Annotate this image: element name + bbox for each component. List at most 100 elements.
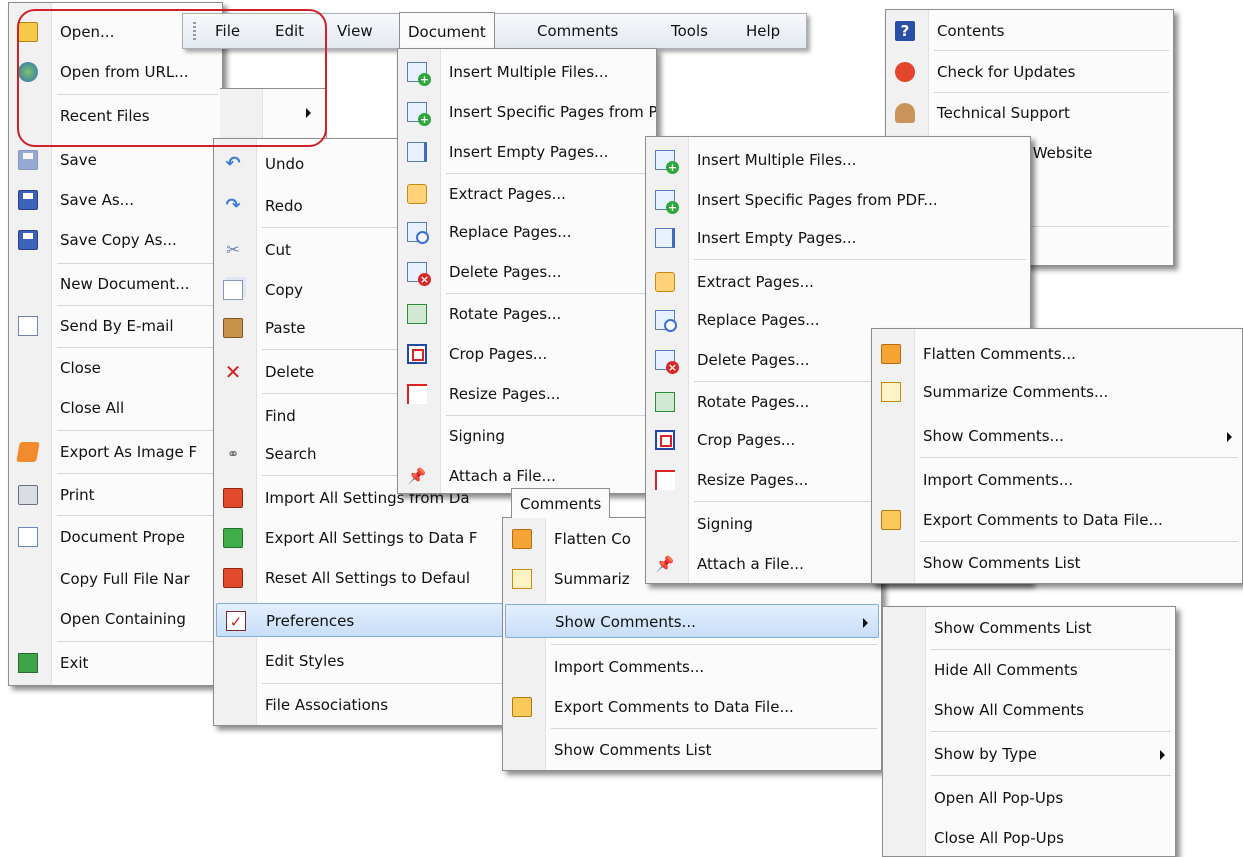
menu-document[interactable]: Document xyxy=(399,12,495,50)
show-by-type[interactable]: Show by Type xyxy=(883,737,1175,771)
comments-import[interactable]: Import Comments... xyxy=(503,650,881,684)
rotate-icon xyxy=(407,304,427,324)
resize-icon xyxy=(655,470,675,490)
file-print[interactable]: Print xyxy=(9,478,222,512)
file-save[interactable]: Save xyxy=(9,143,222,177)
comments2-flatten[interactable]: Flatten Comments... xyxy=(872,337,1242,371)
edit-styles[interactable]: Edit Styles xyxy=(214,644,512,678)
crop-icon xyxy=(655,430,675,450)
comments2-import[interactable]: Import Comments... xyxy=(872,463,1242,497)
doc-rotate[interactable]: Rotate Pages... xyxy=(398,297,656,331)
file-close[interactable]: Close xyxy=(9,351,222,385)
doc-resize[interactable]: Resize Pages... xyxy=(398,377,656,411)
printer-icon xyxy=(18,485,38,505)
doc-crop[interactable]: Crop Pages... xyxy=(398,337,656,371)
resize-icon xyxy=(407,384,427,404)
comments-tab[interactable]: Comments xyxy=(511,488,611,518)
hide-all-comments[interactable]: Hide All Comments xyxy=(883,653,1175,687)
check-updates[interactable]: Check for Updates xyxy=(886,55,1173,89)
edit-export-settings[interactable]: Export All Settings to Data F xyxy=(214,521,512,555)
file-exit[interactable]: Exit xyxy=(9,646,222,680)
separator xyxy=(57,430,218,431)
insert-files-icon xyxy=(407,62,431,86)
separator xyxy=(920,541,1238,542)
separator xyxy=(694,259,1026,260)
doc-replace[interactable]: Replace Pages... xyxy=(398,215,656,249)
help-contents[interactable]: ? Contents xyxy=(886,14,1173,48)
comments2-export[interactable]: Export Comments to Data File... xyxy=(872,503,1242,537)
doc-insert-specific[interactable]: Insert Specific Pages from PDF... xyxy=(398,95,656,129)
close-all-popups[interactable]: Close All Pop-Ups xyxy=(883,821,1175,855)
separator xyxy=(931,775,1171,776)
extract-icon xyxy=(655,272,675,292)
comments2-show[interactable]: Show Comments... xyxy=(872,419,1242,453)
file-new-document[interactable]: New Document... xyxy=(9,267,222,301)
file-close-all[interactable]: Close All xyxy=(9,391,222,425)
show-comments-list[interactable]: Show Comments List xyxy=(883,611,1175,645)
file-copy-full-name[interactable]: Copy Full File Nar xyxy=(9,562,222,596)
file-send-email[interactable]: Send By E-mail xyxy=(9,309,222,343)
comments-show-list[interactable]: Show Comments List xyxy=(503,733,881,767)
delete-pages-icon xyxy=(655,350,679,374)
separator xyxy=(931,731,1171,732)
save-as-icon xyxy=(18,190,38,210)
doc-insert-empty[interactable]: Insert Empty Pages... xyxy=(398,135,656,169)
doc2-insert-empty[interactable]: Insert Empty Pages... xyxy=(646,221,1030,255)
file-export-image[interactable]: Export As Image F xyxy=(9,435,222,469)
comments2-show-list[interactable]: Show Comments List xyxy=(872,546,1242,580)
show-all-comments[interactable]: Show All Comments xyxy=(883,693,1175,727)
comments-show[interactable]: Show Comments... xyxy=(505,604,879,638)
redo-icon: ↷ xyxy=(225,195,241,216)
submenu-arrow-icon xyxy=(1227,432,1232,442)
separator xyxy=(551,728,877,729)
insert-files-icon xyxy=(655,150,679,174)
file-open-containing[interactable]: Open Containing xyxy=(9,602,222,636)
binoculars-icon: ⚭ xyxy=(226,445,240,463)
edit-preferences[interactable]: ✓ Preferences xyxy=(216,603,510,637)
properties-icon xyxy=(18,527,38,547)
doc2-insert-multiple[interactable]: Insert Multiple Files... xyxy=(646,143,1030,177)
file-document-properties[interactable]: Document Prope xyxy=(9,520,222,554)
document-menu: Insert Multiple Files... Insert Specific… xyxy=(397,48,657,494)
separator xyxy=(446,293,652,294)
pushpin-icon: 📌 xyxy=(655,555,675,573)
menu-help[interactable]: Help xyxy=(746,14,780,50)
technical-support[interactable]: Technical Support xyxy=(886,96,1173,130)
crop-icon xyxy=(407,344,427,364)
separator xyxy=(57,473,218,474)
separator xyxy=(57,305,218,306)
separator xyxy=(57,641,218,642)
doc2-insert-specific[interactable]: Insert Specific Pages from PDF... xyxy=(646,183,1030,217)
comments2-summarize[interactable]: Summarize Comments... xyxy=(872,375,1242,409)
separator xyxy=(934,50,1169,51)
doc-signing[interactable]: Signing xyxy=(398,419,656,453)
copy-icon xyxy=(223,280,243,300)
insert-pages-icon xyxy=(655,190,679,214)
doc-insert-multiple[interactable]: Insert Multiple Files... xyxy=(398,55,656,89)
file-save-copy[interactable]: Save Copy As... xyxy=(9,223,222,257)
doc-extract[interactable]: Extract Pages... xyxy=(398,177,656,211)
empty-page-icon xyxy=(407,142,427,162)
edit-file-associations[interactable]: File Associations xyxy=(214,688,512,722)
update-icon xyxy=(895,62,915,82)
open-all-popups[interactable]: Open All Pop-Ups xyxy=(883,781,1175,815)
menu-comments[interactable]: Comments xyxy=(537,14,618,50)
separator xyxy=(57,263,218,264)
replace-icon xyxy=(407,222,429,244)
edit-reset-settings[interactable]: Reset All Settings to Defaul xyxy=(214,561,512,595)
menu-view[interactable]: View xyxy=(337,14,373,50)
export-image-icon xyxy=(16,442,40,462)
flatten-icon xyxy=(512,529,532,549)
separator xyxy=(446,415,652,416)
save-icon xyxy=(18,150,38,170)
summarize-icon xyxy=(512,569,532,589)
doc-delete[interactable]: Delete Pages... xyxy=(398,255,656,289)
replace-icon xyxy=(655,310,677,332)
file-save-as[interactable]: Save As... xyxy=(9,183,222,217)
comments-export[interactable]: Export Comments to Data File... xyxy=(503,690,881,724)
separator xyxy=(551,644,877,645)
menu-tools[interactable]: Tools xyxy=(671,14,708,50)
flatten-icon xyxy=(881,344,901,364)
empty-page-icon xyxy=(655,228,675,248)
doc2-extract[interactable]: Extract Pages... xyxy=(646,265,1030,299)
